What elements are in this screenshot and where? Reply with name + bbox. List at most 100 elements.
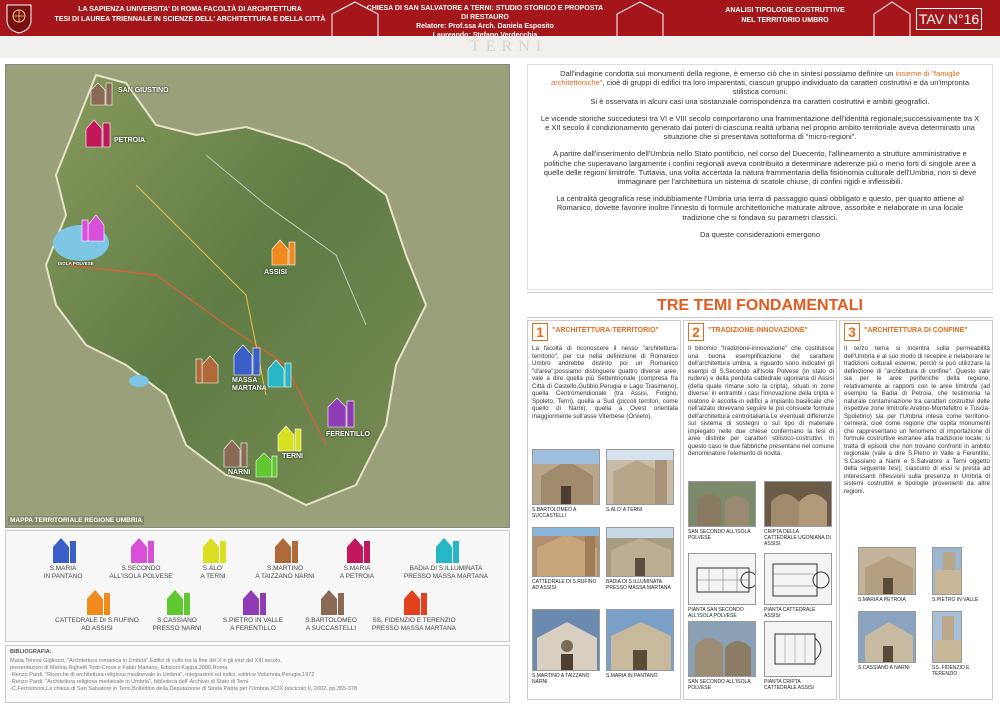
university-line2: TESI DI LAUREA TRIENNALE IN SCIENZE DELL…	[54, 16, 326, 23]
church-marker-icon	[436, 538, 459, 563]
church-marker-icon	[243, 590, 266, 615]
church-marker-icon	[131, 538, 154, 563]
section-line1: ANALISI TIPOLOGIE COSTRUTTIVE	[725, 7, 845, 14]
subheader-strip: TERNI	[0, 36, 1000, 58]
church-marker-icon	[167, 590, 190, 615]
church-marker-icon	[321, 590, 344, 615]
theme-body: Il binomio "tradizione-innovazione" che …	[688, 345, 834, 457]
bibliography: BIBLIOGRAFIA: Maria Teresa Gigliozzi, "A…	[5, 645, 510, 703]
church-photo	[532, 527, 600, 577]
intro-paragraph: Da queste considerazioni emergono	[699, 229, 821, 239]
church-marker-icon	[347, 538, 370, 563]
bibliography-item: -C.Ferrisimoni,La chiesa di San Salvator…	[10, 686, 358, 692]
theme-number: 2	[688, 323, 704, 341]
thesis-heading: CHIESA DI SAN SALVATORE A TERNI: STUDIO …	[365, 4, 605, 40]
map-caption: MAPPA TERRITORIALE REGIONE UMBRIA	[8, 516, 145, 525]
plan-drawing	[764, 553, 832, 605]
church-photo	[932, 611, 962, 663]
photo-caption: S.BARTOLOMEO A SUCCASTELLI	[532, 507, 576, 519]
bibliography-item: Maria Teresa Gigliozzi, "Architettura ro…	[10, 658, 282, 664]
town-label: TERNI	[282, 453, 303, 460]
photo-caption: SS. FIDENZIO E TERENZIO	[932, 665, 970, 677]
theme-title-text: "TRADIZIONE-INNOVAZIONE"	[708, 327, 808, 334]
plan-drawing	[688, 553, 756, 605]
university-crest-icon	[6, 4, 32, 34]
header-bar: LA SAPIENZA UNIVERSITA' DI ROMA FACOLTÀ …	[0, 0, 1000, 39]
photo-caption: SAN SECONDO ALL'ISOLA POLVESE	[688, 529, 751, 541]
intro-paragraph: A partire dall'inserimento dell'Umbria n…	[543, 149, 977, 187]
legend-label: S.PIETRO IN VALLE A FERENTILLO	[222, 617, 284, 632]
bibliography-item: presentazioni di Marina Righetti Tosti-C…	[10, 665, 228, 671]
church-photo	[606, 449, 674, 505]
theme-title-text: "ARCHITETTURA DI CONFINE"	[864, 327, 968, 334]
church-photo	[932, 547, 962, 595]
intro-text-segment: Dall'indagine condotta sui monumenti del…	[560, 69, 894, 78]
bibliography-title: BIBLIOGRAFIA:	[10, 649, 52, 655]
photo-caption: SAN SECONDO ALL'ISOLA POLVESE	[688, 679, 751, 691]
plan-drawing	[764, 621, 832, 677]
ruin-photo	[688, 621, 756, 677]
legend-label: S.MARIA A PETROIA	[339, 565, 375, 580]
town-label: PETROIA	[114, 137, 146, 144]
table-number: TAV N°16	[916, 8, 982, 30]
town-label: ASSISI	[264, 269, 287, 276]
church-photo	[532, 449, 600, 505]
church-marker-icon	[203, 538, 226, 563]
town-label: FERENTILLO	[326, 431, 370, 438]
church-photo	[858, 547, 916, 595]
legend-label: SS. FIDENZIO E TERENZIO PRESSO MASSA MAR…	[371, 617, 457, 632]
umbria-map: SAN GIUSTINO PETROIA ASSISI MASSA MARTAN…	[5, 64, 510, 528]
legend-item: S.MARIA IN PANTANO	[18, 535, 108, 580]
photo-caption: S.MARTINO A TAIZZANO NARNI	[532, 673, 590, 685]
section-heading: ANALISI TIPOLOGIE COSTRUTTIVE NEL TERRIT…	[700, 6, 870, 26]
terni-watermark: TERNI	[470, 38, 548, 55]
theme-title: "ARCHITETTURA DI CONFINE"	[864, 327, 968, 334]
town-label: MASSA MARTANA	[232, 377, 267, 392]
theme-title-text: "ARCHITETTURA-TERRITORIO"	[552, 327, 659, 334]
town-label: SAN GIUSTINO	[118, 87, 169, 94]
theme-column-1: 1 "ARCHITETTURA-TERRITORIO" La facoltà d…	[527, 320, 681, 700]
photo-caption: S.ALO' A TERNI	[606, 507, 643, 513]
bibliography-item: -Renzo Pardi, "Ricerche di architettura …	[10, 672, 315, 678]
photo-caption: S.MARIA IN PANTANO	[606, 673, 658, 679]
section-line2: NEL TERRITORIO UMBRO	[741, 17, 829, 24]
intro-text-segment: Si è osservata in alcuni casi una sostan…	[590, 96, 930, 106]
thesis-relatore: Relatore: Prof.ssa Arch. Daniela Esposit…	[416, 23, 554, 30]
intro-paragraph: La centralità geografica rese indubbiame…	[556, 194, 964, 222]
theme-number: 1	[532, 323, 548, 341]
church-photo	[858, 611, 916, 663]
legend-item: S.PIETRO IN VALLE A FERENTILLO	[208, 587, 298, 632]
crypt-photo	[764, 481, 832, 527]
theme-title: "ARCHITETTURA-TERRITORIO"	[552, 327, 659, 334]
legend-item: BADIA DI S.ILLUMINATA PRESSO MASSA MARTA…	[396, 535, 496, 580]
photo-caption: CATTEDRALE DI S.RUFINO AD ASSISI	[532, 579, 597, 591]
photo-caption: S.CASSIANO A NARNI	[858, 665, 910, 671]
theme-number: 3	[844, 323, 860, 341]
photo-caption: PIANTA CATTEDRALE ASSISI	[764, 607, 816, 619]
legend-label: BADIA DI S.ILLUMINATA PRESSO MASSA MARTA…	[403, 565, 489, 580]
intro-paragraph: Dall'indagine condotta sui monumenti del…	[540, 69, 980, 106]
tre-temi-heading: TRE TEMI FONDAMENTALI	[527, 292, 993, 318]
photo-caption: S.PIETRO IN VALLE	[932, 597, 979, 603]
legend-item: SS. FIDENZIO E TERENZIO PRESSO MASSA MAR…	[364, 587, 464, 632]
legend-label: CATTEDRALE DI S.RUFINO AD ASSISI	[55, 617, 139, 632]
theme-title: "TRADIZIONE-INNOVAZIONE"	[708, 327, 808, 334]
photo-caption: CRIPTA DELLA CATTEDRALE UGONIANA DI ASSI…	[764, 529, 831, 547]
theme-body: Il terzo tema si incentra sulla permeabi…	[844, 345, 990, 495]
church-marker-icon	[275, 538, 298, 563]
theme-column-3: 3 "ARCHITETTURA DI CONFINE" Il terzo tem…	[839, 320, 993, 700]
bibliography-item: -Renzo Pardi, "Architettura religiosa me…	[10, 679, 249, 685]
thesis-title: CHIESA DI SAN SALVATORE A TERNI: STUDIO …	[366, 5, 604, 21]
church-photo	[532, 609, 600, 671]
town-label: ISOLA POLVESE	[58, 261, 94, 266]
university-line1: LA SAPIENZA UNIVERSITA' DI ROMA FACOLTÀ …	[78, 6, 302, 13]
church-marker-icon	[87, 590, 110, 615]
ruin-photo	[688, 481, 756, 527]
map-image	[6, 65, 509, 527]
town-label: NARNI	[228, 469, 251, 476]
church-outline-icon	[873, 1, 911, 36]
church-marker-icon	[53, 538, 76, 563]
map-legend: S.MARIA IN PANTANO S.SECONDO ALL'ISOLA P…	[5, 530, 510, 642]
university-heading: LA SAPIENZA UNIVERSITA' DI ROMA FACOLTÀ …	[40, 5, 340, 25]
legend-label: S.MARIA IN PANTANO	[43, 565, 83, 580]
